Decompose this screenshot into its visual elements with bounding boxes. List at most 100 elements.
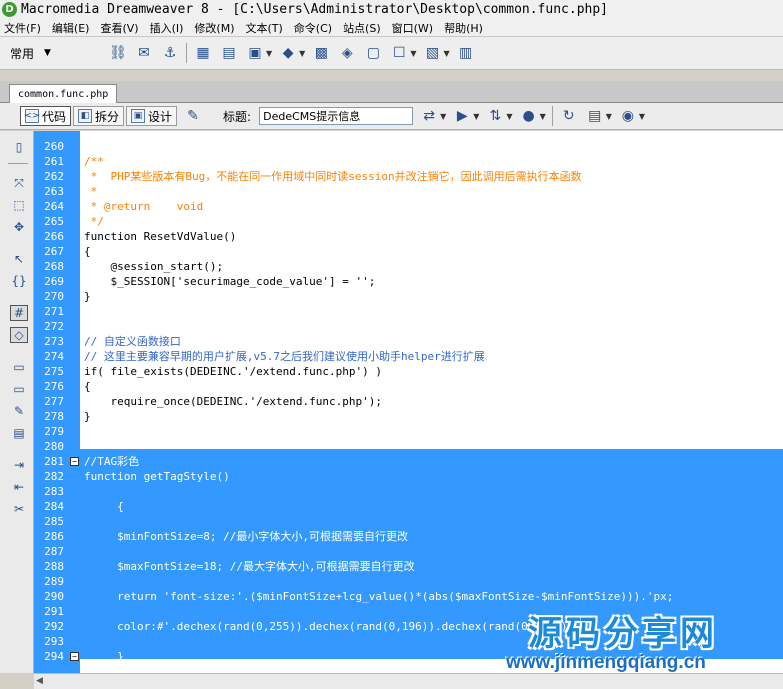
image-dropdown-icon[interactable]: ▼ [266,49,272,58]
visual-aids-icon[interactable]: ◉ [618,106,638,126]
menu-view[interactable]: 查看(V) [100,20,138,36]
chevron-down-icon: ▼ [44,48,51,58]
email-link-icon[interactable]: ✉ [134,43,154,63]
panel-divider [0,71,783,81]
code-fold-toggle-icon[interactable]: − [70,652,79,661]
visual-aids-dropdown-icon[interactable]: ▼ [639,112,645,121]
code-line: } [84,290,91,303]
line-number: 285 [44,515,64,528]
code-line: @session_start(); [84,260,224,273]
code-line: */ [84,215,104,228]
preview-debug-icon[interactable]: ▶ [452,106,472,126]
view-options-dropdown-icon[interactable]: ▼ [606,112,612,121]
split-view-button[interactable]: ◧ 拆分 [73,106,125,126]
code-view-button[interactable]: <> 代码 [20,106,72,126]
code-line: { [84,500,124,513]
line-number: 261 [44,155,64,168]
comment-icon[interactable]: ▢ [363,43,383,63]
menu-file[interactable]: 文件(F) [4,20,41,36]
code-line: if( file_exists(DEDEINC.'/extend.func.ph… [84,365,383,378]
menu-edit[interactable]: 编辑(E) [52,20,90,36]
menu-insert[interactable]: 插入(I) [150,20,184,36]
code-line: //TAG彩色 [84,455,140,468]
code-line: { [84,380,91,393]
expand-all-icon[interactable]: ✥ [10,219,28,235]
apply-comment-icon[interactable]: ▭ [10,359,28,375]
file-management-dropdown-icon[interactable]: ▼ [440,112,446,121]
split-view-icon: ◧ [78,109,93,123]
line-number: 267 [44,245,64,258]
head-dropdown-icon[interactable]: ▼ [410,49,416,58]
line-number: 274 [44,350,64,363]
date-icon[interactable]: ▩ [311,43,331,63]
file-management-icon[interactable]: ⇄ [419,106,439,126]
browser-check-dropdown-icon[interactable]: ▼ [540,112,546,121]
line-number: 289 [44,575,64,588]
coding-toolbar: ▯ ⤧ ⬚ ✥ ↖ {} # ◇ ▭ ▭ ✎ ▤ ⇥ ⇤ ✂ [0,131,34,673]
split-view-label: 拆分 [95,109,120,124]
code-editor[interactable]: /** * PHP某些版本有Bug，不能在同一作用域中同时读session并改注… [80,131,783,673]
balance-braces-icon[interactable]: {} [10,273,28,289]
line-number: 288 [44,560,64,573]
table-icon[interactable]: ▦ [193,43,213,63]
preview-dropdown-icon[interactable]: ▼ [473,112,479,121]
head-icon[interactable]: ☐ [389,43,409,63]
menu-site[interactable]: 站点(S) [343,20,381,36]
wrap-tag-icon[interactable]: ✎ [10,403,28,419]
browser-check-icon[interactable]: ● [519,106,539,126]
indent-code-icon[interactable]: ⇥ [10,457,28,473]
layer-icon[interactable]: ▤ [219,43,239,63]
tag-chooser-icon[interactable]: ▥ [456,43,476,63]
document-tab-label: common.func.php [18,88,109,100]
refresh-icon[interactable]: ↻ [559,106,579,126]
refresh-dropdown-icon[interactable]: ▼ [506,112,512,121]
template-dropdown-icon[interactable]: ▼ [443,49,449,58]
line-number: 269 [44,275,64,288]
toolbar-separator [551,106,553,126]
insert-bar: 常用 ▼ ⛓ ✉ ⚓ ▦ ▤ ▣ ▼ ◆ ▼ ▩ ◈ ▢ ☐ ▼ ▧ ▼ ▥ [0,37,783,70]
insert-category-dropdown[interactable]: 常用 ▼ [10,42,68,64]
server-side-include-icon[interactable]: ◈ [337,43,357,63]
line-number: 273 [44,335,64,348]
line-number: 292 [44,620,64,633]
open-documents-icon[interactable]: ▯ [10,139,28,155]
page-title-input[interactable] [259,107,414,125]
image-icon[interactable]: ▣ [245,43,265,63]
collapse-full-tag-icon[interactable]: ⤧ [10,175,28,191]
line-number: 271 [44,305,64,318]
line-number: 291 [44,605,64,618]
hyperlink-icon[interactable]: ⛓ [108,43,128,63]
code-fold-toggle-icon[interactable]: − [70,457,79,466]
code-line: function getTagStyle() [84,470,230,483]
recent-snippets-icon[interactable]: ▤ [10,425,28,441]
named-anchor-icon[interactable]: ⚓ [160,43,180,63]
scroll-left-icon[interactable]: ◀ [36,676,43,686]
menu-window[interactable]: 窗口(W) [392,20,433,36]
code-line: } [84,650,124,663]
code-line: { [84,245,91,258]
refresh-design-icon[interactable]: ⇅ [485,106,505,126]
design-view-button[interactable]: ▣ 设计 [126,106,178,126]
format-source-icon[interactable]: ✂ [10,501,28,517]
menu-text[interactable]: 文本(T) [245,20,282,36]
design-view-icon: ▣ [131,109,146,123]
line-number: 280 [44,440,64,453]
template-icon[interactable]: ▧ [422,43,442,63]
document-tab[interactable]: common.func.php [9,84,118,103]
media-dropdown-icon[interactable]: ▼ [299,49,305,58]
page-title-label: 标题: [223,109,252,124]
highlight-invalid-code-icon[interactable]: ◇ [10,327,28,343]
select-parent-tag-icon[interactable]: ↖ [10,251,28,267]
menu-help[interactable]: 帮助(H) [444,20,483,36]
collapse-selection-icon[interactable]: ⬚ [10,197,28,213]
media-icon[interactable]: ◆ [278,43,298,63]
outdent-code-icon[interactable]: ⇤ [10,479,28,495]
live-data-icon[interactable]: ✎ [183,106,203,126]
view-options-icon[interactable]: ▤ [585,106,605,126]
menu-modify[interactable]: 修改(M) [194,20,234,36]
line-numbers-icon[interactable]: # [10,305,28,321]
menu-commands[interactable]: 命令(C) [294,20,332,36]
line-number: 262 [44,170,64,183]
line-number: 284 [44,500,64,513]
remove-comment-icon[interactable]: ▭ [10,381,28,397]
